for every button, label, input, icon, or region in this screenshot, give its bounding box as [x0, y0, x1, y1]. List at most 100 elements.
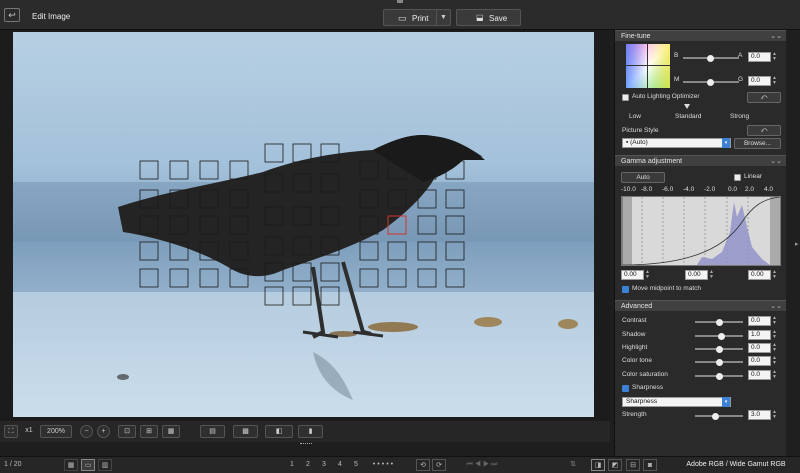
collapse-icon[interactable]: ⌄⌄ [770, 301, 782, 312]
advanced-label: Color saturation [622, 371, 668, 378]
advanced-slider-knob[interactable] [718, 332, 725, 340]
a-spin[interactable]: ▲ ▼ [772, 52, 777, 62]
gamma-mid-spin[interactable]: ▲ ▼ [709, 270, 714, 280]
gamma-black-field[interactable]: 0.00 [621, 270, 644, 280]
zoom-out-button[interactable]: − [80, 425, 93, 438]
check-mark-buttons[interactable]: ••••• [355, 459, 413, 471]
grid-view-button[interactable]: ▦ [64, 459, 78, 471]
advanced-slider[interactable] [695, 332, 743, 340]
level-low[interactable]: Low [629, 113, 641, 120]
zoom-reset-button[interactable]: x1 [20, 425, 38, 438]
advanced-spin[interactable]: ▲ ▼ [772, 316, 777, 326]
histogram-button[interactable]: ◩ [608, 459, 622, 471]
gamma-white-field[interactable]: 0.00 [748, 270, 771, 280]
crop-button[interactable]: ⊟ [626, 459, 640, 471]
gamma-header[interactable]: Gamma adjustment ⌄⌄ [615, 155, 787, 166]
level-strong[interactable]: Strong [730, 113, 749, 120]
rotate-left-button[interactable]: ⟲ [416, 459, 430, 471]
color-button[interactable]: ◧ [265, 425, 293, 438]
strength-spin[interactable]: ▲ ▼ [772, 410, 777, 420]
advanced-spin[interactable]: ▲ ▼ [772, 330, 777, 340]
photo-preview[interactable] [13, 32, 594, 417]
advanced-slider[interactable] [695, 372, 743, 380]
m-g-slider[interactable] [683, 78, 739, 86]
navigation-buttons[interactable]: ⏮ ◀ ▶ ⏭ [452, 459, 512, 471]
g-value-field[interactable]: 0.0 [748, 76, 771, 86]
color-wheel[interactable] [626, 44, 670, 88]
advanced-value-field[interactable]: 0.0 [748, 343, 771, 353]
gamma-mid-field[interactable]: 0.00 [685, 270, 708, 280]
split-view-button[interactable]: ▥ [98, 459, 112, 471]
zoom-select[interactable]: 200% [40, 425, 72, 438]
collapse-icon[interactable]: ⌄⌄ [770, 31, 782, 42]
advanced-slider-knob[interactable] [716, 372, 723, 380]
fine-tune-header[interactable]: Fine-tune ⌄⌄ [615, 30, 787, 41]
panel-expand-icon[interactable]: ▸ [795, 240, 799, 248]
thumbnail-button[interactable]: ▤ [200, 425, 225, 438]
rating-2-button[interactable]: 2 [301, 459, 315, 471]
auto-lighting-checkbox[interactable] [622, 94, 629, 101]
picture-style-value: (Auto) [630, 139, 648, 146]
sharpness-checkbox[interactable] [622, 385, 629, 392]
advanced-spin[interactable]: ▲ ▼ [772, 356, 777, 366]
print-button[interactable]: ▭ Print ▼ [383, 9, 451, 26]
before-after-button[interactable]: ◨ [591, 459, 605, 471]
grid-toggle-button[interactable]: ⊞ [140, 425, 158, 438]
advanced-spin[interactable]: ▲ ▼ [772, 370, 777, 380]
advanced-slider[interactable] [695, 345, 743, 353]
info-button[interactable]: ▮ [298, 425, 323, 438]
advanced-value-field[interactable]: 0.0 [748, 316, 771, 326]
strength-knob[interactable] [712, 412, 719, 420]
save-button[interactable]: ⬓ Save [456, 9, 521, 26]
back-icon: ↩ [8, 10, 16, 20]
advanced-slider-knob[interactable] [716, 358, 723, 366]
advanced-value-field[interactable]: 1.0 [748, 330, 771, 340]
panel-scrollbar[interactable]: ▸ [786, 30, 800, 456]
strength-slider[interactable] [695, 412, 743, 420]
rating-3-button[interactable]: 3 [317, 459, 331, 471]
level-standard[interactable]: Standard [675, 113, 701, 120]
rotate-right-button[interactable]: ⟳ [432, 459, 446, 471]
advanced-slider-knob[interactable] [716, 318, 723, 326]
move-midpoint-checkbox[interactable] [622, 286, 629, 293]
picture-style-reset-button[interactable]: ⤺ [747, 125, 781, 136]
af-display-button[interactable]: ⊡ [118, 425, 136, 438]
rating-1-button[interactable]: 1 [285, 459, 299, 471]
a-value-field[interactable]: 0.0 [748, 52, 771, 62]
advanced-value-field[interactable]: 0.0 [748, 370, 771, 380]
single-view-button[interactable]: ▭ [81, 459, 95, 471]
sharpness-select[interactable]: Sharpness ▾ [622, 397, 731, 407]
gamma-black-spin[interactable]: ▲ ▼ [645, 270, 650, 280]
camera-icon: ◙ [647, 462, 653, 469]
print-dropdown-icon[interactable]: ▼ [436, 10, 450, 25]
gamma-auto-button[interactable]: Auto [621, 172, 665, 183]
gamma-histogram[interactable] [621, 196, 781, 266]
linear-checkbox[interactable] [734, 174, 741, 181]
zoom-in-button[interactable]: + [97, 425, 110, 438]
advanced-slider[interactable] [695, 358, 743, 366]
advanced-slider-knob[interactable] [716, 345, 723, 353]
filmstrip-handle[interactable] [300, 443, 312, 446]
compare-button[interactable]: ▦ [162, 425, 180, 438]
g-spin[interactable]: ▲ ▼ [772, 76, 777, 86]
fit-screen-button[interactable]: ⛶ [4, 425, 18, 438]
tick-label: 4.0 [764, 186, 774, 193]
back-button[interactable]: ↩ [4, 8, 20, 22]
collapse-icon[interactable]: ⌄⌄ [770, 156, 782, 167]
advanced-value-field[interactable]: 0.0 [748, 356, 771, 366]
auto-lighting-reset-button[interactable]: ⤺ [747, 92, 781, 103]
lighting-level-marker[interactable] [684, 104, 690, 109]
highlight-warning-button[interactable]: ▩ [233, 425, 258, 438]
gamma-white-spin[interactable]: ▲ ▼ [772, 270, 777, 280]
rating-4-button[interactable]: 4 [333, 459, 347, 471]
b-a-slider[interactable] [683, 54, 739, 62]
advanced-header[interactable]: Advanced ⌄⌄ [615, 300, 787, 311]
picture-style-select[interactable]: ▪ (Auto) ▾ [622, 138, 731, 148]
strength-value-field[interactable]: 3.0 [748, 410, 771, 420]
advanced-spin[interactable]: ▲ ▼ [772, 343, 777, 353]
browse-button[interactable]: Browse... [734, 138, 781, 149]
sort-button[interactable]: ⇅ [566, 459, 580, 471]
advanced-slider[interactable] [695, 318, 743, 326]
rating-label: 3 [322, 461, 326, 468]
camera-button[interactable]: ◙ [643, 459, 657, 471]
